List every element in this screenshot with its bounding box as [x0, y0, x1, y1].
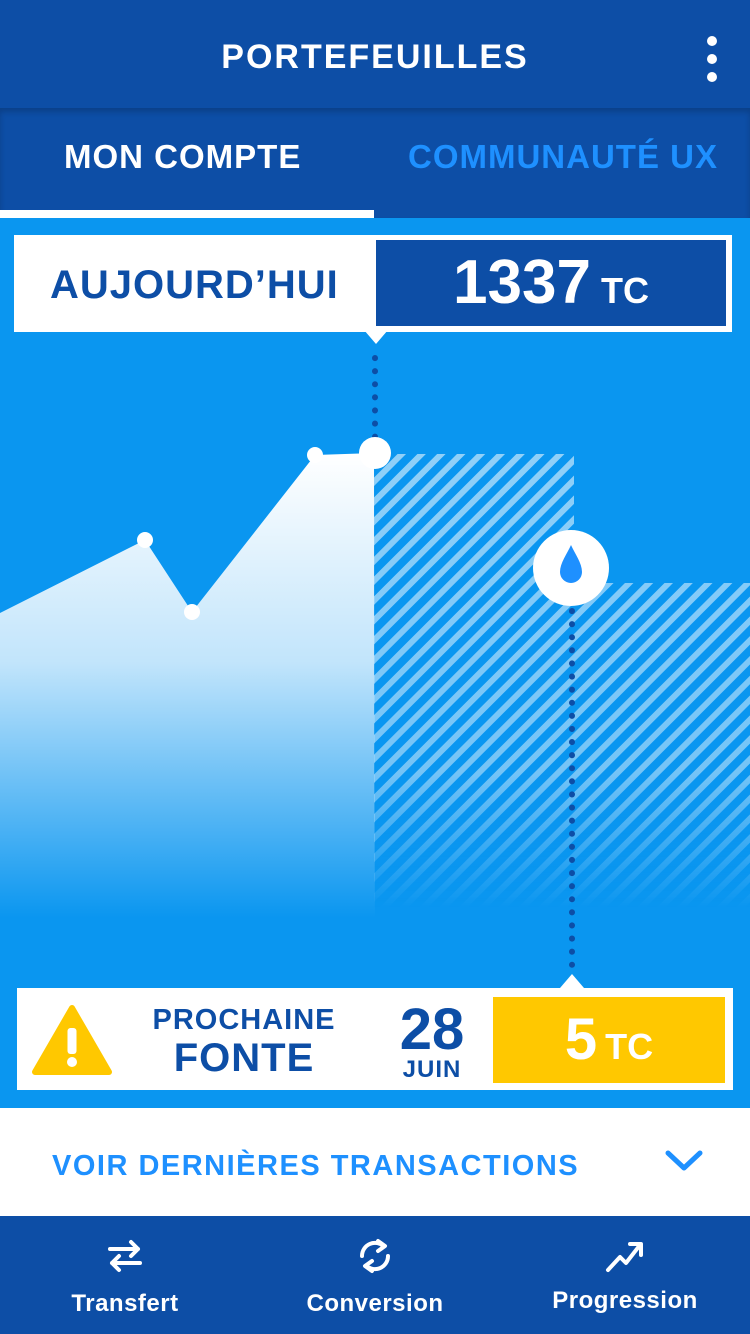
nav-transfert[interactable]: Transfert	[0, 1216, 250, 1334]
nav-label: Conversion	[306, 1290, 444, 1317]
balance-chart-svg	[0, 355, 750, 973]
today-value-box: 1337 TC	[376, 240, 726, 326]
tab-mon-compte[interactable]: MON COMPTE	[64, 138, 301, 176]
today-label: AUJOURD’HUI	[50, 263, 339, 307]
tab-communaute-ux[interactable]: COMMUNAUTÉ UX	[408, 138, 718, 176]
app-header: PORTEFEUILLES	[0, 0, 750, 108]
melt-label-main: FONTE	[173, 1036, 315, 1080]
see-transactions-label: VOIR DERNIÈRES TRANSACTIONS	[52, 1150, 580, 1182]
melt-unit: TC	[605, 1026, 654, 1067]
melt-month: JUIN	[402, 1056, 462, 1083]
melt-day: 28	[399, 997, 465, 1062]
today-unit: TC	[600, 270, 649, 311]
warning-icon	[32, 1005, 112, 1075]
see-transactions-button[interactable]: VOIR DERNIÈRES TRANSACTIONS	[0, 1108, 750, 1216]
today-pointer	[364, 330, 388, 344]
nav-conversion[interactable]: Conversion	[250, 1216, 500, 1334]
bottom-nav: Transfert Conversion Progression	[0, 1216, 750, 1334]
melt-value: 5	[564, 1007, 598, 1072]
today-balance-card: AUJOURD’HUI 1337 TC	[14, 235, 732, 332]
trend-up-icon	[606, 1242, 643, 1272]
chevron-down-icon	[665, 1150, 703, 1171]
data-point	[137, 532, 153, 548]
today-point	[359, 437, 391, 469]
nav-label: Progression	[552, 1287, 698, 1314]
next-melt-card: PROCHAINE FONTE 28 JUIN 5 TC	[17, 988, 733, 1090]
more-vertical-icon[interactable]	[700, 36, 724, 86]
transfer-arrows-icon	[108, 1240, 142, 1272]
data-point	[184, 604, 200, 620]
active-tab-indicator	[0, 210, 374, 218]
data-point	[307, 447, 323, 463]
melt-label-top: PROCHAINE	[152, 1004, 336, 1036]
refresh-icon	[359, 1239, 391, 1273]
today-value: 1337	[453, 248, 591, 317]
nav-label: Transfert	[71, 1290, 179, 1317]
projection-area	[374, 454, 750, 908]
melt-pointer	[560, 974, 584, 988]
page-title: PORTEFEUILLES	[221, 38, 529, 76]
balance-chart	[0, 218, 750, 1108]
history-area	[0, 453, 375, 918]
nav-progression[interactable]: Progression	[500, 1216, 750, 1334]
melt-value-box: 5 TC	[493, 997, 725, 1083]
tab-bar: MON COMPTE COMMUNAUTÉ UX	[0, 108, 750, 218]
